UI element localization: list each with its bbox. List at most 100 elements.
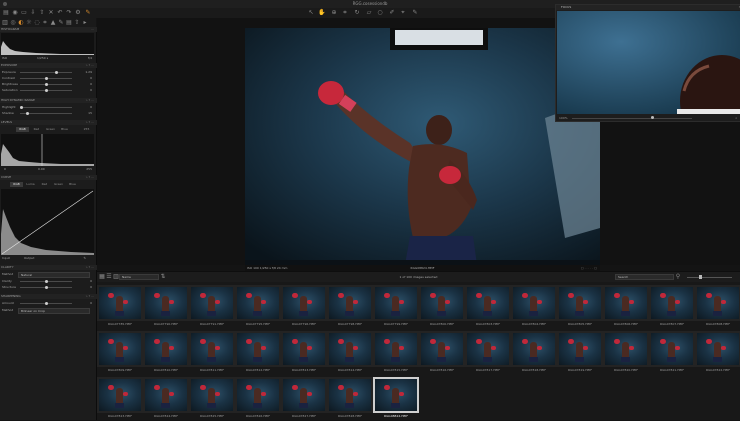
curve-picker-icon[interactable]: ✎ bbox=[83, 256, 86, 261]
thumbnail-image[interactable] bbox=[99, 287, 141, 319]
curve-header[interactable]: CURVE ⌁ ? ⋯ bbox=[0, 175, 97, 180]
exposure-slider-row[interactable]: Exposure 1.29 bbox=[0, 70, 96, 75]
thumbnail-frame[interactable] bbox=[97, 331, 143, 367]
thumbnail-item[interactable]: RGG07816.HEIF bbox=[419, 331, 465, 375]
thumbnail-image[interactable] bbox=[145, 379, 187, 411]
section-tools-icon[interactable]: ⌁ ? ⋯ bbox=[86, 175, 94, 180]
search-input[interactable]: Search bbox=[615, 274, 674, 280]
thumbnail-image[interactable] bbox=[651, 287, 693, 319]
slider-handle[interactable] bbox=[55, 71, 58, 74]
spot-tool-icon[interactable]: ○ bbox=[376, 9, 384, 16]
thumbnail-item[interactable]: RGG07828.HEIF bbox=[327, 377, 373, 421]
thumbnail-frame[interactable] bbox=[465, 285, 511, 321]
camera-icon[interactable]: ◉ bbox=[11, 9, 19, 16]
thumbnail-item[interactable]: RGG07815.HEIF bbox=[373, 331, 419, 375]
clarity-header[interactable]: CLARITY ⌁ ? ⋯ bbox=[0, 265, 97, 270]
edit-icon[interactable]: ✎ bbox=[84, 9, 92, 16]
thumbnail-size-slider[interactable] bbox=[687, 277, 732, 278]
thumbnail-image[interactable] bbox=[513, 287, 555, 319]
thumbnail-frame[interactable] bbox=[327, 377, 373, 413]
slider-handle[interactable] bbox=[45, 280, 48, 283]
hdr-header[interactable]: HIGH DYNAMIC RANGE ⌁ ? ⋯ bbox=[0, 98, 97, 103]
thumbnail-image[interactable] bbox=[191, 333, 233, 365]
capture-tab-icon[interactable]: ◎ bbox=[9, 19, 17, 26]
exposure-tab-icon[interactable]: ☼ bbox=[25, 19, 33, 26]
thumbnail-item[interactable]: RGG07823.HEIF bbox=[97, 377, 143, 421]
thumbnail-item[interactable]: RGG07818.HEIF bbox=[511, 331, 557, 375]
thumbnail-item[interactable]: RGG07813.HEIF bbox=[281, 331, 327, 375]
thumbnail-item[interactable]: RGG07808.HEIF bbox=[695, 285, 740, 329]
thumbnail-frame[interactable] bbox=[235, 285, 281, 321]
section-menu-icon[interactable]: ⋯ bbox=[91, 27, 94, 32]
thumbnail-image[interactable] bbox=[329, 287, 371, 319]
thumbnail-frame[interactable] bbox=[281, 331, 327, 367]
thumbnail-frame[interactable] bbox=[511, 331, 557, 367]
thumbnail-image[interactable] bbox=[605, 287, 647, 319]
thumbnail-image[interactable] bbox=[559, 287, 601, 319]
slider-value[interactable]: 1.29 bbox=[85, 70, 92, 75]
thumbnail-frame[interactable] bbox=[373, 377, 419, 413]
thumbnail-image[interactable] bbox=[191, 287, 233, 319]
thumbnail-image[interactable] bbox=[191, 379, 233, 411]
thumbnail-image[interactable] bbox=[145, 333, 187, 365]
thumbnail-image[interactable] bbox=[99, 379, 141, 411]
thumbnail-item[interactable]: RGG07806.HEIF bbox=[603, 285, 649, 329]
thumbnail-frame[interactable] bbox=[373, 285, 419, 321]
color-tab-icon[interactable]: ◐ bbox=[17, 19, 25, 26]
structure-slider-row[interactable]: Structure 0 bbox=[0, 285, 96, 290]
shadow-slider-row[interactable]: Shadow 15 bbox=[0, 111, 96, 116]
levels-midpoint[interactable]: 0.00 bbox=[38, 167, 45, 172]
thumbnail-frame[interactable] bbox=[235, 377, 281, 413]
thumbnail-frame[interactable] bbox=[373, 331, 419, 367]
thumbnail-frame[interactable] bbox=[465, 331, 511, 367]
thumbnail-image[interactable] bbox=[283, 379, 325, 411]
thumbnail-image[interactable] bbox=[421, 287, 463, 319]
slider-handle[interactable] bbox=[45, 302, 48, 305]
levels-header[interactable]: LEVELS ⌁ ? ⋯ bbox=[0, 120, 97, 125]
thumbnail-frame[interactable] bbox=[649, 285, 695, 321]
thumbnail-image[interactable] bbox=[283, 287, 325, 319]
thumbnail-item[interactable]: RGG07827.HEIF bbox=[281, 377, 327, 421]
crop-tool-icon[interactable]: ⌗ bbox=[341, 9, 349, 16]
thumbnail-image[interactable] bbox=[697, 287, 739, 319]
thumbnail-item[interactable]: RGG07785.HEIF bbox=[97, 285, 143, 329]
thumbnail-frame[interactable] bbox=[143, 377, 189, 413]
curve-editor[interactable] bbox=[1, 189, 94, 255]
thumbnail-item[interactable]: RGG07798.HEIF bbox=[327, 285, 373, 329]
levels-tab-green[interactable]: Green bbox=[44, 127, 57, 132]
thumbnail-item[interactable]: RGG07796.HEIF bbox=[281, 285, 327, 329]
section-tools-icon[interactable]: ⌁ ? ⋯ bbox=[86, 265, 94, 270]
thumbnail-frame[interactable] bbox=[281, 377, 327, 413]
focus-zoom-value[interactable]: 100% bbox=[559, 115, 568, 121]
slider-handle[interactable] bbox=[45, 89, 48, 92]
contrast-slider-row[interactable]: Contrast 0 bbox=[0, 76, 96, 81]
sharpen-method-row[interactable]: Method Bilinear on Crop bbox=[0, 308, 96, 314]
keystone-tool-icon[interactable]: ▱ bbox=[365, 9, 373, 16]
thumbnail-item[interactable]: RGG07824.HEIF bbox=[143, 377, 189, 421]
zoom-tool-icon[interactable]: ⊕ bbox=[330, 9, 338, 16]
thumbnail-item[interactable]: RGG08824.HEIF bbox=[373, 377, 419, 421]
folder-icon[interactable]: ▭ bbox=[20, 9, 28, 16]
local-tab-icon[interactable]: ✎ bbox=[57, 19, 65, 26]
metadata-tab-icon[interactable]: ▤ bbox=[65, 19, 73, 26]
output-tab-icon[interactable]: ⇧ bbox=[73, 19, 81, 26]
histogram-header[interactable]: HISTOGRAM ⋯ bbox=[0, 27, 97, 32]
thumbnail-image[interactable] bbox=[237, 379, 279, 411]
slider-handle[interactable] bbox=[45, 286, 48, 289]
cursor-tool-icon[interactable]: ↖ bbox=[307, 9, 315, 16]
levels-tab-blue[interactable]: Blue bbox=[58, 127, 71, 132]
slider-value[interactable]: 0 bbox=[90, 88, 92, 93]
slider-track[interactable] bbox=[20, 107, 72, 108]
slider-handle[interactable] bbox=[45, 77, 48, 80]
slider-value[interactable]: 0 bbox=[90, 285, 92, 290]
thumbnail-frame[interactable] bbox=[189, 331, 235, 367]
slider-value[interactable]: 15 bbox=[88, 111, 92, 116]
brightness-slider-row[interactable]: Brightness 0 bbox=[0, 82, 96, 87]
levels-input-high[interactable]: 255 bbox=[86, 167, 92, 172]
thumbnail-item[interactable]: RGG07821.HEIF bbox=[649, 331, 695, 375]
details-tab-icon[interactable]: ▲ bbox=[49, 19, 57, 26]
thumbnail-item[interactable]: RGG07811.HEIF bbox=[189, 331, 235, 375]
thumbnail-item[interactable]: RGG07810.HEIF bbox=[143, 331, 189, 375]
section-tools-icon[interactable]: ⌁ ? ⋯ bbox=[86, 294, 94, 299]
thumbnail-frame[interactable] bbox=[143, 285, 189, 321]
